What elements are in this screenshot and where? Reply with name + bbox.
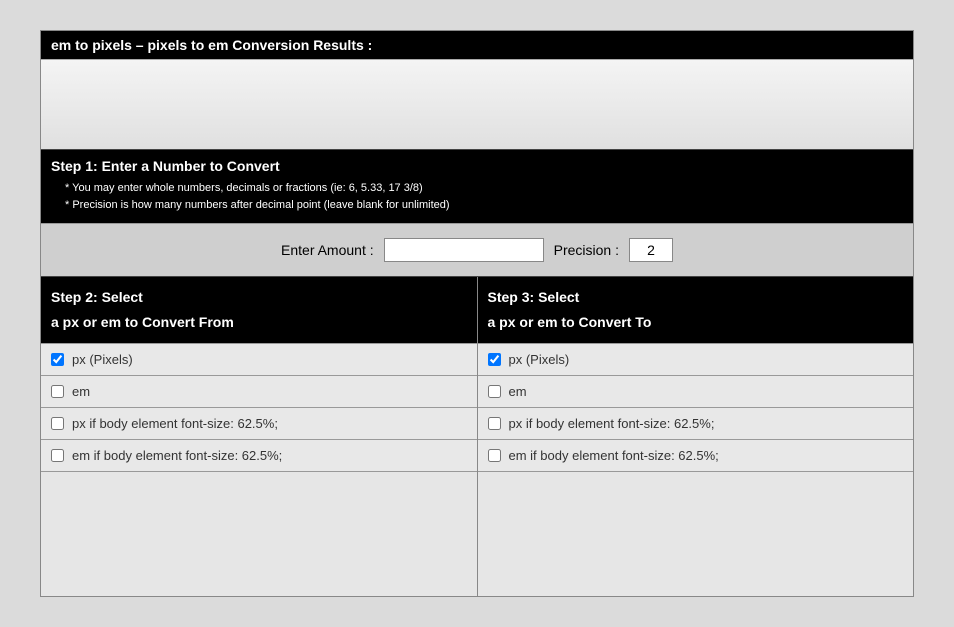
step3-header: Step 3: Select a px or em to Convert To (478, 277, 914, 343)
convert-from-column: Step 2: Select a px or em to Convert Fro… (41, 277, 478, 596)
to-label-px: px (Pixels) (509, 352, 570, 367)
results-area (41, 59, 913, 149)
to-label-em: em (509, 384, 527, 399)
to-checkbox-em[interactable] (488, 385, 501, 398)
to-checkbox-em625[interactable] (488, 449, 501, 462)
to-option-px[interactable]: px (Pixels) (478, 343, 914, 375)
from-option-em625[interactable]: em if body element font-size: 62.5%; (41, 439, 477, 471)
from-label-px625: px if body element font-size: 62.5%; (72, 416, 278, 431)
step2-heading-line1: Step 2: Select (51, 285, 467, 310)
precision-label: Precision : (554, 242, 619, 258)
to-option-em[interactable]: em (478, 375, 914, 407)
amount-input[interactable] (384, 238, 544, 262)
step2-header: Step 2: Select a px or em to Convert Fro… (41, 277, 477, 343)
step3-heading-line2: a px or em to Convert To (488, 310, 904, 335)
step1-note-1: * You may enter whole numbers, decimals … (65, 180, 903, 197)
amount-label: Enter Amount : (281, 242, 374, 258)
step2-heading-line2: a px or em to Convert From (51, 310, 467, 335)
to-checkbox-px625[interactable] (488, 417, 501, 430)
select-columns: Step 2: Select a px or em to Convert Fro… (41, 276, 913, 596)
input-row: Enter Amount : Precision : (41, 223, 913, 276)
to-option-em625[interactable]: em if body element font-size: 62.5%; (478, 439, 914, 471)
to-blank-area (478, 471, 914, 596)
step1-heading: Step 1: Enter a Number to Convert (51, 158, 903, 174)
from-checkbox-em625[interactable] (51, 449, 64, 462)
to-checkbox-px[interactable] (488, 353, 501, 366)
step3-heading-line1: Step 3: Select (488, 285, 904, 310)
from-blank-area (41, 471, 477, 596)
converter-panel: em to pixels – pixels to em Conversion R… (40, 30, 914, 597)
from-label-em: em (72, 384, 90, 399)
results-title: em to pixels – pixels to em Conversion R… (51, 37, 372, 53)
results-header: em to pixels – pixels to em Conversion R… (41, 31, 913, 59)
to-label-px625: px if body element font-size: 62.5%; (509, 416, 715, 431)
from-option-em[interactable]: em (41, 375, 477, 407)
from-option-px[interactable]: px (Pixels) (41, 343, 477, 375)
from-option-px625[interactable]: px if body element font-size: 62.5%; (41, 407, 477, 439)
step1-header: Step 1: Enter a Number to Convert * You … (41, 149, 913, 223)
from-label-px: px (Pixels) (72, 352, 133, 367)
precision-input[interactable] (629, 238, 673, 262)
step1-note-2: * Precision is how many numbers after de… (65, 197, 903, 214)
from-label-em625: em if body element font-size: 62.5%; (72, 448, 282, 463)
convert-to-column: Step 3: Select a px or em to Convert To … (478, 277, 914, 596)
from-checkbox-em[interactable] (51, 385, 64, 398)
to-option-px625[interactable]: px if body element font-size: 62.5%; (478, 407, 914, 439)
from-checkbox-px[interactable] (51, 353, 64, 366)
to-label-em625: em if body element font-size: 62.5%; (509, 448, 719, 463)
from-checkbox-px625[interactable] (51, 417, 64, 430)
